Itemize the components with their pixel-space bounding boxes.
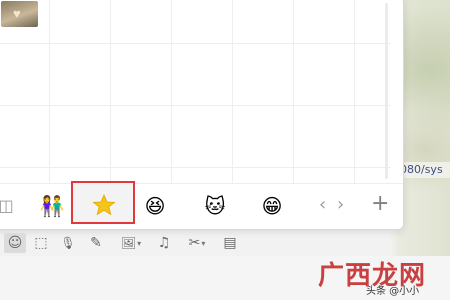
couple-sticker-icon: 👫 <box>39 196 65 218</box>
image-icon: 🖼 <box>120 236 137 250</box>
tab-grin-sticker[interactable]: 😁 <box>257 192 287 222</box>
screenshot-icon: ⬚ <box>34 235 48 251</box>
watermark-author: 头条 @小小 <box>366 286 420 297</box>
image-button[interactable]: 🖼 ▾ <box>114 233 148 253</box>
laughing-sticker-icon: 😆 <box>144 196 166 218</box>
chevron-down-icon: ▾ <box>201 238 206 248</box>
heart-icon: ♥ <box>13 6 21 21</box>
emoji-tab-bar: ◫ 👫 😆 🐱 😁 ‹ › + <box>0 181 403 229</box>
sticker-grid: ♥ <box>0 0 391 183</box>
archive-button[interactable]: ▤ <box>220 233 240 253</box>
tab-laughing-sticker[interactable]: 😆 <box>140 192 170 222</box>
pen-button[interactable]: ✎ <box>86 233 106 253</box>
add-icon[interactable]: + <box>371 191 389 216</box>
scissors-button[interactable]: ✂ ▾ <box>182 233 212 253</box>
tab-partial-left[interactable]: ◫ <box>0 192 21 222</box>
cat-sticker-icon: 🐱 <box>204 196 226 218</box>
pen-icon: ✎ <box>90 235 102 251</box>
tab-cat-sticker[interactable]: 🐱 <box>200 192 230 222</box>
emoji-button[interactable]: ☺ <box>4 233 26 253</box>
archive-icon: ▤ <box>223 235 237 251</box>
sticker-scrollbar[interactable] <box>385 3 388 179</box>
next-arrow-icon[interactable]: › <box>337 194 344 215</box>
music-icon: ♫ <box>157 235 171 251</box>
chevron-down-icon: ▾ <box>137 238 142 248</box>
music-button[interactable]: ♫ <box>154 233 174 253</box>
tab-couple-sticker[interactable]: 👫 <box>37 192 67 222</box>
grin-sticker-icon: 😁 <box>261 196 283 218</box>
screenshot-button[interactable]: ⬚ <box>30 233 52 253</box>
voice-button[interactable]: 🎙 <box>58 233 78 253</box>
scissors-icon: ✂ <box>188 235 201 251</box>
emoji-panel: ♥ ◫ 👫 😆 🐱 😁 ‹ › + <box>0 0 404 230</box>
emoji-icon: ☺ <box>7 235 23 251</box>
microphone-icon: 🎙 <box>60 236 76 250</box>
watermark: 广西龙网 头条 @小小 <box>318 255 448 300</box>
chat-toolbar: ☺ ⬚ 🎙 ✎ 🖼 ▾ ♫ ✂ ▾ ▤ <box>0 230 450 256</box>
url-fragment: 080/sys <box>400 162 450 178</box>
sticker-heart-hands[interactable]: ♥ <box>1 1 38 27</box>
prev-arrow-icon[interactable]: ‹ <box>319 194 326 215</box>
star-icon <box>92 193 116 216</box>
